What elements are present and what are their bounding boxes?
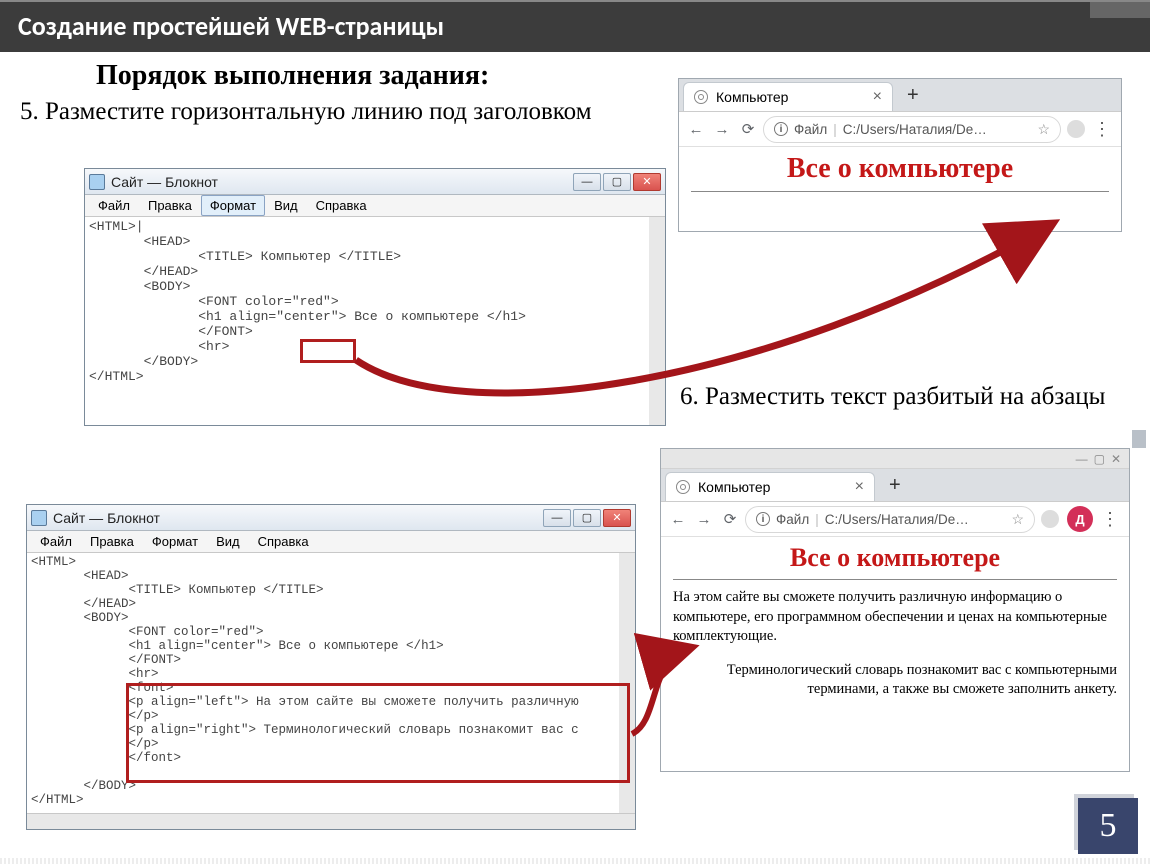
menu-view[interactable]: Вид	[265, 195, 307, 216]
minimize-button[interactable]: —	[1076, 452, 1088, 466]
address-path: C:/Users/Наталия/De…	[825, 512, 969, 527]
menu-format[interactable]: Формат	[143, 531, 207, 552]
scrollbar-horizontal[interactable]	[27, 813, 635, 829]
forward-button[interactable]: →	[693, 511, 715, 528]
step-5-text: 5. Разместите горизонтальную линию под з…	[20, 98, 654, 127]
star-icon[interactable]: ☆	[1005, 511, 1024, 528]
paragraph-right: Терминологический словарь познакомит вас…	[673, 661, 1117, 700]
browser-tab[interactable]: Компьютер ×	[665, 472, 875, 501]
header-accent	[1090, 0, 1150, 18]
address-bar[interactable]: i Файл | C:/Users/Наталия/De… ☆	[745, 506, 1035, 533]
menu-format[interactable]: Формат	[201, 195, 265, 216]
close-button[interactable]: ✕	[603, 509, 631, 527]
new-tab-button[interactable]: +	[893, 84, 933, 107]
slide-header: Создание простейшей WEB-страницы	[0, 0, 1150, 52]
decorative-accent	[1132, 430, 1146, 448]
browser-sysbar: — ▢ ✕	[661, 449, 1129, 469]
avatar-badge[interactable]: Д	[1067, 506, 1093, 532]
footer-rule	[0, 858, 1150, 864]
maximize-button[interactable]: ▢	[573, 509, 601, 527]
horizontal-rule	[691, 191, 1109, 192]
menu-edit[interactable]: Правка	[81, 531, 143, 552]
forward-button[interactable]: →	[711, 121, 733, 138]
notepad-icon	[31, 510, 47, 526]
step-6-text: 6. Разместить текст разбитый на абзацы	[680, 382, 1130, 412]
browser-tabstrip: Компьютер × +	[661, 469, 1129, 501]
notepad-menubar: Файл Правка Формат Вид Справка	[85, 195, 665, 217]
horizontal-rule	[673, 579, 1117, 580]
page-number: 5	[1078, 798, 1138, 854]
menu-file[interactable]: Файл	[31, 531, 81, 552]
extension-icon[interactable]	[1067, 120, 1085, 138]
close-icon[interactable]: ×	[873, 88, 882, 106]
notepad-titlebar[interactable]: Сайт — Блокнот — ▢ ✕	[27, 505, 635, 531]
notepad-title-text: Сайт — Блокнот	[53, 510, 160, 526]
minimize-button[interactable]: —	[543, 509, 571, 527]
browser-viewport: Все о компьютере На этом сайте вы сможет…	[661, 537, 1129, 771]
close-icon[interactable]: ×	[855, 478, 864, 496]
address-file-label: Файл	[776, 512, 809, 527]
notepad-title-text: Сайт — Блокнот	[111, 174, 218, 190]
reload-button[interactable]: ⟳	[719, 510, 741, 528]
browser-navbar: ← → ⟳ i Файл | C:/Users/Наталия/De… ☆ Д …	[661, 501, 1129, 537]
browser-window-1: Компьютер × + ← → ⟳ i Файл | C:/Users/На…	[678, 78, 1122, 232]
star-icon[interactable]: ☆	[1031, 121, 1050, 138]
page-heading: Все о компьютере	[691, 153, 1109, 185]
maximize-button[interactable]: ▢	[1094, 452, 1105, 466]
menu-icon[interactable]: ⋮	[1089, 119, 1115, 140]
notepad-window-2: Сайт — Блокнот — ▢ ✕ Файл Правка Формат …	[26, 504, 636, 830]
tab-title: Компьютер	[698, 479, 770, 495]
menu-help[interactable]: Справка	[307, 195, 376, 216]
notepad-editor[interactable]: <HTML> <HEAD> <TITLE> Компьютер </TITLE>…	[27, 553, 635, 813]
info-icon: i	[756, 512, 770, 526]
reload-button[interactable]: ⟳	[737, 120, 759, 138]
paragraph-left: На этом сайте вы сможете получить различ…	[673, 588, 1117, 647]
notepad-menubar: Файл Правка Формат Вид Справка	[27, 531, 635, 553]
notepad-titlebar[interactable]: Сайт — Блокнот — ▢ ✕	[85, 169, 665, 195]
menu-file[interactable]: Файл	[89, 195, 139, 216]
menu-view[interactable]: Вид	[207, 531, 249, 552]
globe-icon	[676, 480, 690, 494]
back-button[interactable]: ←	[685, 121, 707, 138]
page-heading: Все о компьютере	[673, 543, 1117, 573]
notepad-icon	[89, 174, 105, 190]
notepad-window-1: Сайт — Блокнот — ▢ ✕ Файл Правка Формат …	[84, 168, 666, 426]
info-icon: i	[774, 122, 788, 136]
notepad-editor[interactable]: <HTML>| <HEAD> <TITLE> Компьютер </TITLE…	[85, 217, 665, 425]
menu-icon[interactable]: ⋮	[1097, 509, 1123, 530]
globe-icon	[694, 90, 708, 104]
browser-tab[interactable]: Компьютер ×	[683, 82, 893, 111]
menu-help[interactable]: Справка	[249, 531, 318, 552]
minimize-button[interactable]: —	[573, 173, 601, 191]
browser-viewport: Все о компьютере	[679, 147, 1121, 231]
address-file-label: Файл	[794, 122, 827, 137]
new-tab-button[interactable]: +	[875, 474, 915, 497]
back-button[interactable]: ←	[667, 511, 689, 528]
extension-icon[interactable]	[1041, 510, 1059, 528]
browser-tabstrip: Компьютер × +	[679, 79, 1121, 111]
subtitle: Порядок выполнения задания:	[96, 60, 489, 92]
close-button[interactable]: ✕	[1111, 452, 1121, 466]
maximize-button[interactable]: ▢	[603, 173, 631, 191]
tab-title: Компьютер	[716, 89, 788, 105]
browser-navbar: ← → ⟳ i Файл | C:/Users/Наталия/De… ☆ ⋮	[679, 111, 1121, 147]
menu-edit[interactable]: Правка	[139, 195, 201, 216]
slide-title: Создание простейшей WEB-страницы	[18, 10, 444, 42]
address-bar[interactable]: i Файл | C:/Users/Наталия/De… ☆	[763, 116, 1061, 143]
browser-window-2: — ▢ ✕ Компьютер × + ← → ⟳ i Файл | C:/Us…	[660, 448, 1130, 772]
address-path: C:/Users/Наталия/De…	[843, 122, 987, 137]
close-button[interactable]: ✕	[633, 173, 661, 191]
